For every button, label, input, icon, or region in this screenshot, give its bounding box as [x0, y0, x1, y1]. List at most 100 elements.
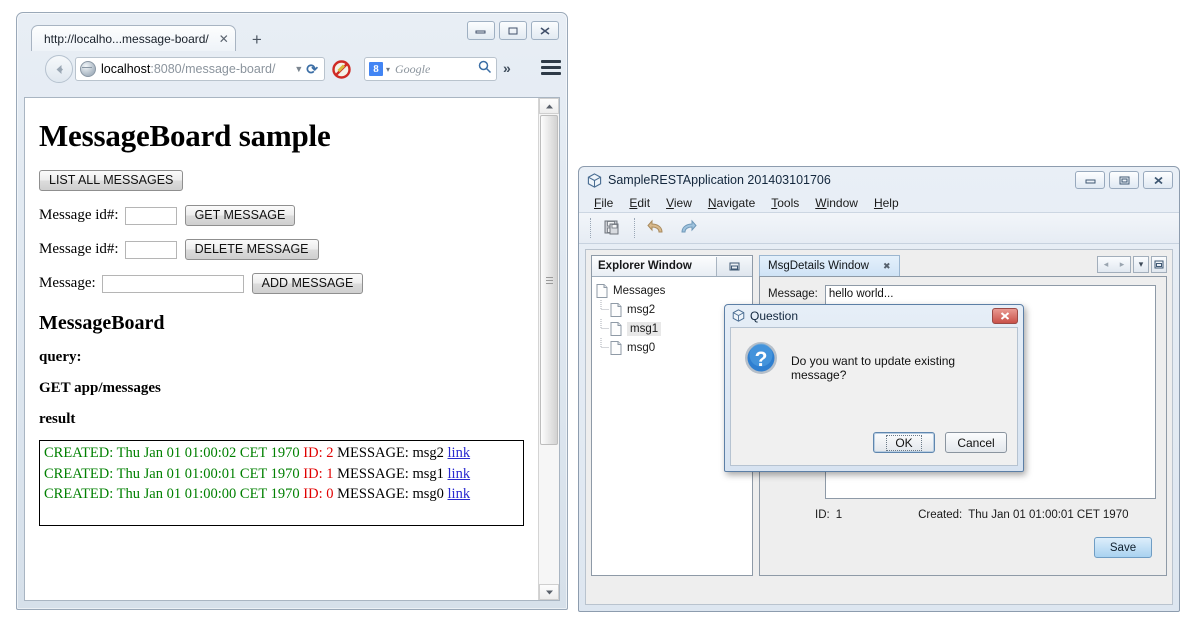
menu-navigate[interactable]: Navigate	[700, 196, 763, 210]
delete-message-id-input[interactable]	[124, 240, 177, 259]
result-created-label: CREATED:	[44, 486, 114, 503]
get-message-button[interactable]: GET MESSAGE	[184, 205, 296, 226]
search-engine-chevron-icon[interactable]: ▾	[386, 65, 390, 74]
add-message-input[interactable]	[101, 274, 244, 293]
result-id: 0	[326, 486, 334, 503]
undo-icon[interactable]	[645, 216, 669, 240]
ok-button-label: OK	[886, 434, 922, 451]
result-link[interactable]: link	[448, 466, 471, 482]
app-maximize-button[interactable]	[1109, 171, 1139, 189]
tab-msgdetails-window[interactable]: MsgDetails Window ✖	[759, 255, 900, 276]
tab-maximize-icon[interactable]	[1151, 256, 1167, 273]
add-message-button[interactable]: ADD MESSAGE	[251, 273, 364, 294]
new-tab-button[interactable]: +	[244, 31, 270, 51]
redo-icon[interactable]	[675, 216, 699, 240]
editor-tab-row: MsgDetails Window ✖ ◂ ▸ ▾	[759, 255, 1167, 276]
menu-window[interactable]: Window	[807, 196, 866, 210]
browser-tab[interactable]: http://localho...message-board/ ✕	[31, 25, 236, 51]
menu-edit[interactable]: Edit	[621, 196, 658, 210]
reload-icon[interactable]: ⟳	[306, 61, 320, 78]
app-close-button[interactable]	[1143, 171, 1173, 189]
search-icon[interactable]	[478, 60, 492, 79]
ok-button[interactable]: OK	[873, 432, 935, 453]
menu-file[interactable]: File	[586, 196, 621, 210]
browser-nav-bar: localhost:8080/message-board/ ▼ ⟳ 8 ▾ Go…	[17, 51, 567, 87]
close-button[interactable]	[531, 21, 559, 40]
app-minimize-button[interactable]	[1075, 171, 1105, 189]
menu-tools[interactable]: Tools	[763, 196, 807, 210]
explorer-minimize-button[interactable]	[716, 256, 752, 276]
menu-help-rest: elp	[882, 195, 899, 210]
tab-strip: http://localho...message-board/ ✕ +	[31, 25, 270, 51]
dialog-title: Question	[750, 308, 799, 323]
save-all-icon[interactable]	[601, 216, 625, 240]
back-button[interactable]	[45, 55, 73, 83]
scroll-down-arrow-icon[interactable]	[539, 584, 559, 600]
url-path: :8080/message-board/	[150, 62, 276, 76]
hamburger-menu-icon[interactable]	[541, 60, 561, 78]
result-message: msg1	[412, 465, 444, 482]
tab-scroll-buttons[interactable]: ◂ ▸	[1097, 256, 1131, 273]
question-icon: ?	[745, 342, 777, 374]
save-button[interactable]: Save	[1094, 537, 1152, 558]
result-box: CREATED: Thu Jan 01 01:00:02 CET 1970 ID…	[39, 440, 524, 526]
chevron-down-icon[interactable]: ▼	[294, 64, 306, 74]
url-host: localhost	[101, 62, 151, 76]
tab-scroll-right-icon[interactable]: ▸	[1120, 259, 1125, 270]
result-id-label: ID:	[303, 465, 323, 482]
message-board-page: MessageBoard sample LIST ALL MESSAGES Me…	[25, 98, 538, 600]
tree-line-icon	[600, 300, 609, 310]
browser-tab-label: http://localho...message-board/	[44, 31, 209, 46]
minimize-button[interactable]	[467, 21, 495, 40]
globe-icon	[80, 61, 96, 77]
address-bar[interactable]: localhost:8080/message-board/ ▼ ⟳	[75, 57, 325, 81]
noscript-icon[interactable]	[332, 60, 351, 79]
result-link[interactable]: link	[448, 486, 471, 502]
cube-icon	[587, 172, 602, 188]
result-message-label: MESSAGE:	[337, 465, 409, 482]
created-label: Created:	[918, 509, 963, 521]
tab-scroll-left-icon[interactable]: ◂	[1104, 259, 1109, 270]
file-icon	[610, 321, 622, 336]
tree-root-messages[interactable]: Messages	[596, 281, 752, 300]
delete-message-button[interactable]: DELETE MESSAGE	[184, 239, 319, 260]
created-value: Thu Jan 01 01:00:01 CET 1970	[968, 509, 1129, 521]
menu-view[interactable]: View	[658, 196, 700, 210]
delete-message-label: Message id#:	[39, 241, 119, 257]
app-window-controls	[1075, 171, 1173, 189]
maximize-button[interactable]	[499, 21, 527, 40]
scrollbar-thumb[interactable]	[540, 115, 558, 445]
tab-list-dropdown-icon[interactable]: ▾	[1133, 256, 1149, 273]
tab-close-icon[interactable]: ✖	[883, 261, 891, 272]
scrollbar-grip-icon	[545, 275, 553, 286]
browser-title-bar: http://localho...message-board/ ✕ +	[17, 13, 567, 51]
dialog-title-bar: Question	[725, 305, 1023, 326]
overflow-chevron-icon[interactable]: »	[503, 60, 511, 76]
message-label: Message:	[768, 288, 818, 300]
tab-close-icon[interactable]: ✕	[219, 33, 229, 45]
menu-navigate-mnemonic: N	[707, 195, 717, 210]
menu-file-rest: ile	[601, 195, 614, 210]
query-label: query:	[39, 349, 82, 365]
menu-view-rest: iew	[673, 195, 692, 210]
search-input[interactable]: Google	[395, 62, 430, 77]
question-dialog: Question ? Do you want to update existin…	[724, 304, 1024, 472]
scroll-up-arrow-icon[interactable]	[539, 98, 559, 114]
tree-line-icon	[600, 319, 609, 329]
result-id: 2	[326, 445, 334, 461]
result-row: CREATED: Thu Jan 01 01:00:00 CET 1970 ID…	[44, 484, 519, 505]
explorer-window-title: Explorer Window	[598, 260, 692, 272]
search-box[interactable]: 8 ▾ Google	[364, 57, 497, 81]
file-icon	[596, 283, 608, 298]
menu-help[interactable]: Help	[866, 196, 907, 210]
app-menu-bar: File Edit View Navigate Tools Window Hel…	[579, 193, 1179, 213]
get-message-id-input[interactable]	[124, 206, 177, 225]
cancel-button[interactable]: Cancel	[945, 432, 1007, 453]
result-link[interactable]: link	[448, 445, 471, 461]
menu-view-mnemonic: V	[666, 195, 674, 210]
page-scrollbar[interactable]	[538, 98, 559, 600]
list-all-messages-button[interactable]: LIST ALL MESSAGES	[39, 170, 184, 191]
toolbar-separator	[590, 218, 592, 238]
result-row: CREATED: Thu Jan 01 01:00:02 CET 1970 ID…	[44, 443, 519, 464]
dialog-close-button[interactable]	[992, 308, 1018, 324]
